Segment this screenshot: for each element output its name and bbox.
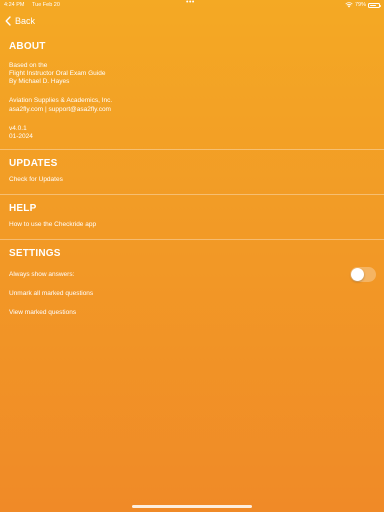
chevron-left-icon [5,16,11,26]
battery-icon [368,2,381,8]
home-indicator[interactable] [132,505,252,508]
about-line-publisher: Aviation Supplies & Academics, Inc. [9,97,113,104]
always-show-answers-label: Always show answers: [9,271,75,278]
about-line-date: 01-2024 [9,133,33,140]
about-heading: ABOUT [9,41,46,52]
about-line-book-title: Flight Instructor Oral Exam Guide [9,70,106,77]
divider [0,194,384,195]
view-marked-link[interactable]: View marked questions [9,309,76,317]
about-line-version: v4.0.1 [9,125,27,132]
check-for-updates-link[interactable]: Check for Updates [9,176,63,184]
always-show-answers-toggle[interactable] [350,267,376,282]
status-bar: 4:24 PM Tue Feb 20 ••• 79% [0,0,384,10]
multitasking-dots[interactable]: ••• [186,0,195,8]
back-label: Back [15,16,36,26]
battery-percent: 79% [354,2,366,8]
help-heading: HELP [9,203,37,214]
status-date: Tue Feb 20 [32,2,60,8]
unmark-all-link[interactable]: Unmark all marked questions [9,290,93,298]
about-line-contact: asa2fly.com | support@asa2fly.com [9,106,111,113]
back-button[interactable]: Back [5,14,35,28]
divider [0,239,384,240]
status-right: 79% [345,0,381,10]
divider [0,149,384,150]
how-to-use-link[interactable]: How to use the Checkride app [9,221,96,229]
about-line-based-on: Based on the [9,62,48,69]
status-time: 4:24 PM [4,2,25,8]
wifi-icon [345,2,353,8]
about-line-author: By Michael D. Hayes [9,78,70,85]
toggle-knob [351,268,364,281]
settings-heading: SETTINGS [9,248,61,259]
nav-bar: Back [0,10,384,32]
battery-fill [370,4,376,6]
updates-heading: UPDATES [9,158,58,169]
